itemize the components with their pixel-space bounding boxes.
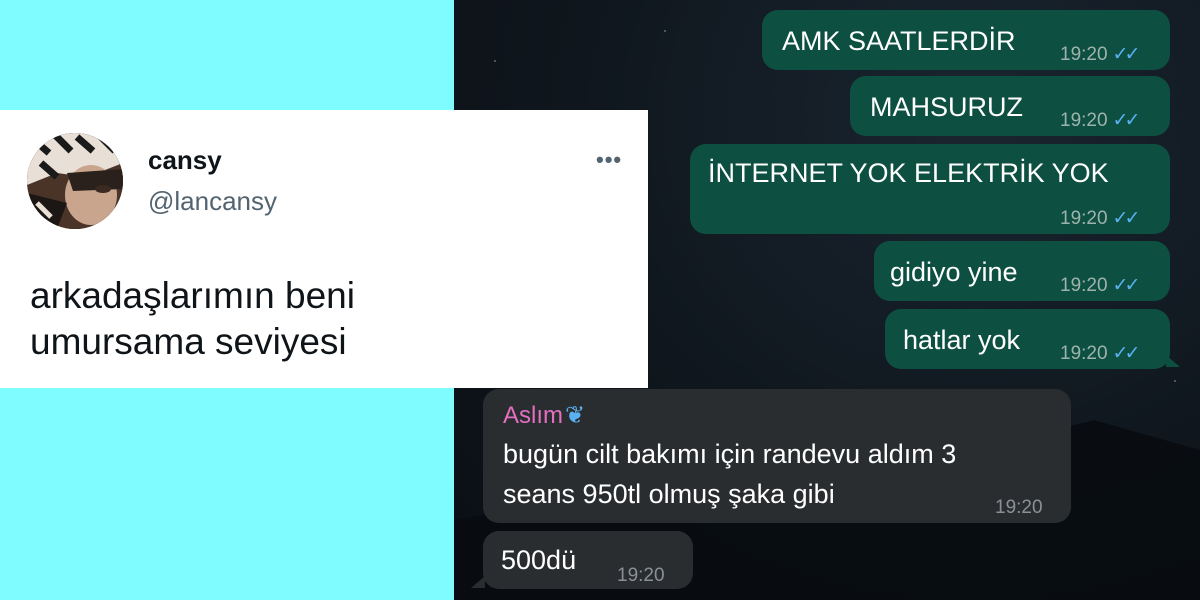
message-meta: 19:20 ✓✓ [1060,38,1141,72]
message-time: 19:20 [1060,343,1108,364]
message-time: 19:20 [1060,110,1108,131]
outgoing-message[interactable]: AMK SAATLERDİR 19:20 ✓✓ [762,10,1170,70]
tweet-text-line: umursama seviyesi [30,321,347,362]
read-receipt-icon: ✓✓ [1112,110,1141,131]
message-meta: 19:20 ✓✓ [1060,202,1141,236]
message-meta: 19:20 ✓✓ [1060,269,1141,303]
message-time: 19:20 [1060,275,1108,296]
sender-name[interactable]: Aslım❦ [503,399,585,433]
tweet-text: arkadaşlarımın beni umursama seviyesi [30,273,610,365]
read-receipt-icon: ✓✓ [1112,208,1141,229]
bubble-tail [471,576,485,588]
message-text: 500dü [501,545,577,575]
avatar[interactable] [27,133,123,229]
message-text: gidiyo yine [890,257,1018,287]
more-options-icon[interactable]: ••• [596,147,622,173]
sender-name-text: Aslım [503,402,563,429]
message-time: 19:20 [995,497,1043,518]
outgoing-message[interactable]: hatlar yok 19:20 ✓✓ [885,309,1170,369]
outgoing-message[interactable]: MAHSURUZ 19:20 ✓✓ [850,76,1170,136]
read-receipt-icon: ✓✓ [1112,44,1141,65]
message-text: hatlar yok [903,325,1021,355]
message-time: 19:20 [617,565,665,586]
message-time: 19:20 [1060,208,1108,229]
message-meta: 19:20 ✓✓ [1060,104,1141,138]
message-text: seans 950tl olmuş şaka gibi [503,479,835,509]
message-text: bugün cilt bakımı için randevu aldım 3 [503,439,957,469]
bubble-tail [1166,355,1180,367]
tweet-text-line: arkadaşlarımın beni [30,275,355,316]
read-receipt-icon: ✓✓ [1112,343,1141,364]
outgoing-message[interactable]: gidiyo yine 19:20 ✓✓ [874,241,1170,301]
butterfly-icon: ❦ [565,402,586,429]
incoming-message[interactable]: Aslım❦ bugün cilt bakımı için randevu al… [483,389,1071,523]
display-name[interactable]: cansy [148,145,222,176]
read-receipt-icon: ✓✓ [1112,275,1141,296]
message-meta: 19:20 ✓✓ [1060,337,1141,371]
outgoing-message[interactable]: İNTERNET YOK ELEKTRİK YOK 19:20 ✓✓ [690,144,1170,234]
incoming-message[interactable]: 500dü 19:20 [483,531,693,589]
message-text: AMK SAATLERDİR [782,26,1016,56]
message-text: MAHSURUZ [870,92,1023,122]
user-handle[interactable]: @lancansy [148,186,277,217]
message-text: İNTERNET YOK ELEKTRİK YOK [708,158,1109,188]
message-time: 19:20 [1060,44,1108,65]
avatar-image [27,133,123,229]
